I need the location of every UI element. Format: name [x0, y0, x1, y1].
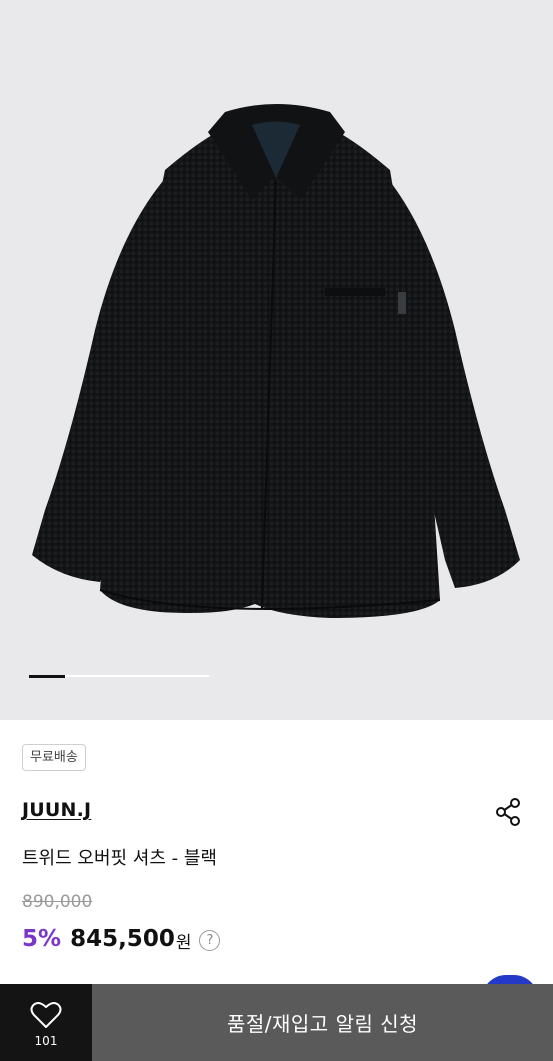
brand-link[interactable]: JUUN.J [22, 799, 91, 821]
sale-price: 845,500 [70, 926, 175, 952]
product-info: 무료배송 JUUN.J 트위드 오버핏 셔츠 - 블랙 890,000 5% 8… [0, 720, 553, 984]
discount-rate: 5% [22, 926, 62, 952]
restock-alert-button[interactable]: 품절/재입고 알림 신청 [92, 984, 553, 1061]
free-shipping-badge: 무료배송 [22, 744, 86, 771]
carousel-indicator-active [29, 674, 65, 678]
like-count: 101 [34, 1034, 58, 1048]
product-image-carousel[interactable] [0, 0, 553, 720]
price-row: 5% 845,500 원 ? [22, 923, 221, 955]
question-icon[interactable]: ? [199, 929, 221, 951]
product-image [32, 104, 520, 618]
currency-unit: 원 [175, 933, 192, 953]
share-icon [496, 798, 520, 826]
product-name: 트위드 오버핏 셔츠 - 블랙 [22, 848, 217, 869]
share-button[interactable] [494, 797, 524, 827]
original-price: 890,000 [22, 892, 93, 912]
heart-icon [30, 1001, 62, 1028]
like-button[interactable]: 101 [0, 984, 92, 1061]
bottom-action-bar: 101 품절/재입고 알림 신청 [0, 984, 553, 1061]
carousel-indicator [29, 674, 209, 678]
